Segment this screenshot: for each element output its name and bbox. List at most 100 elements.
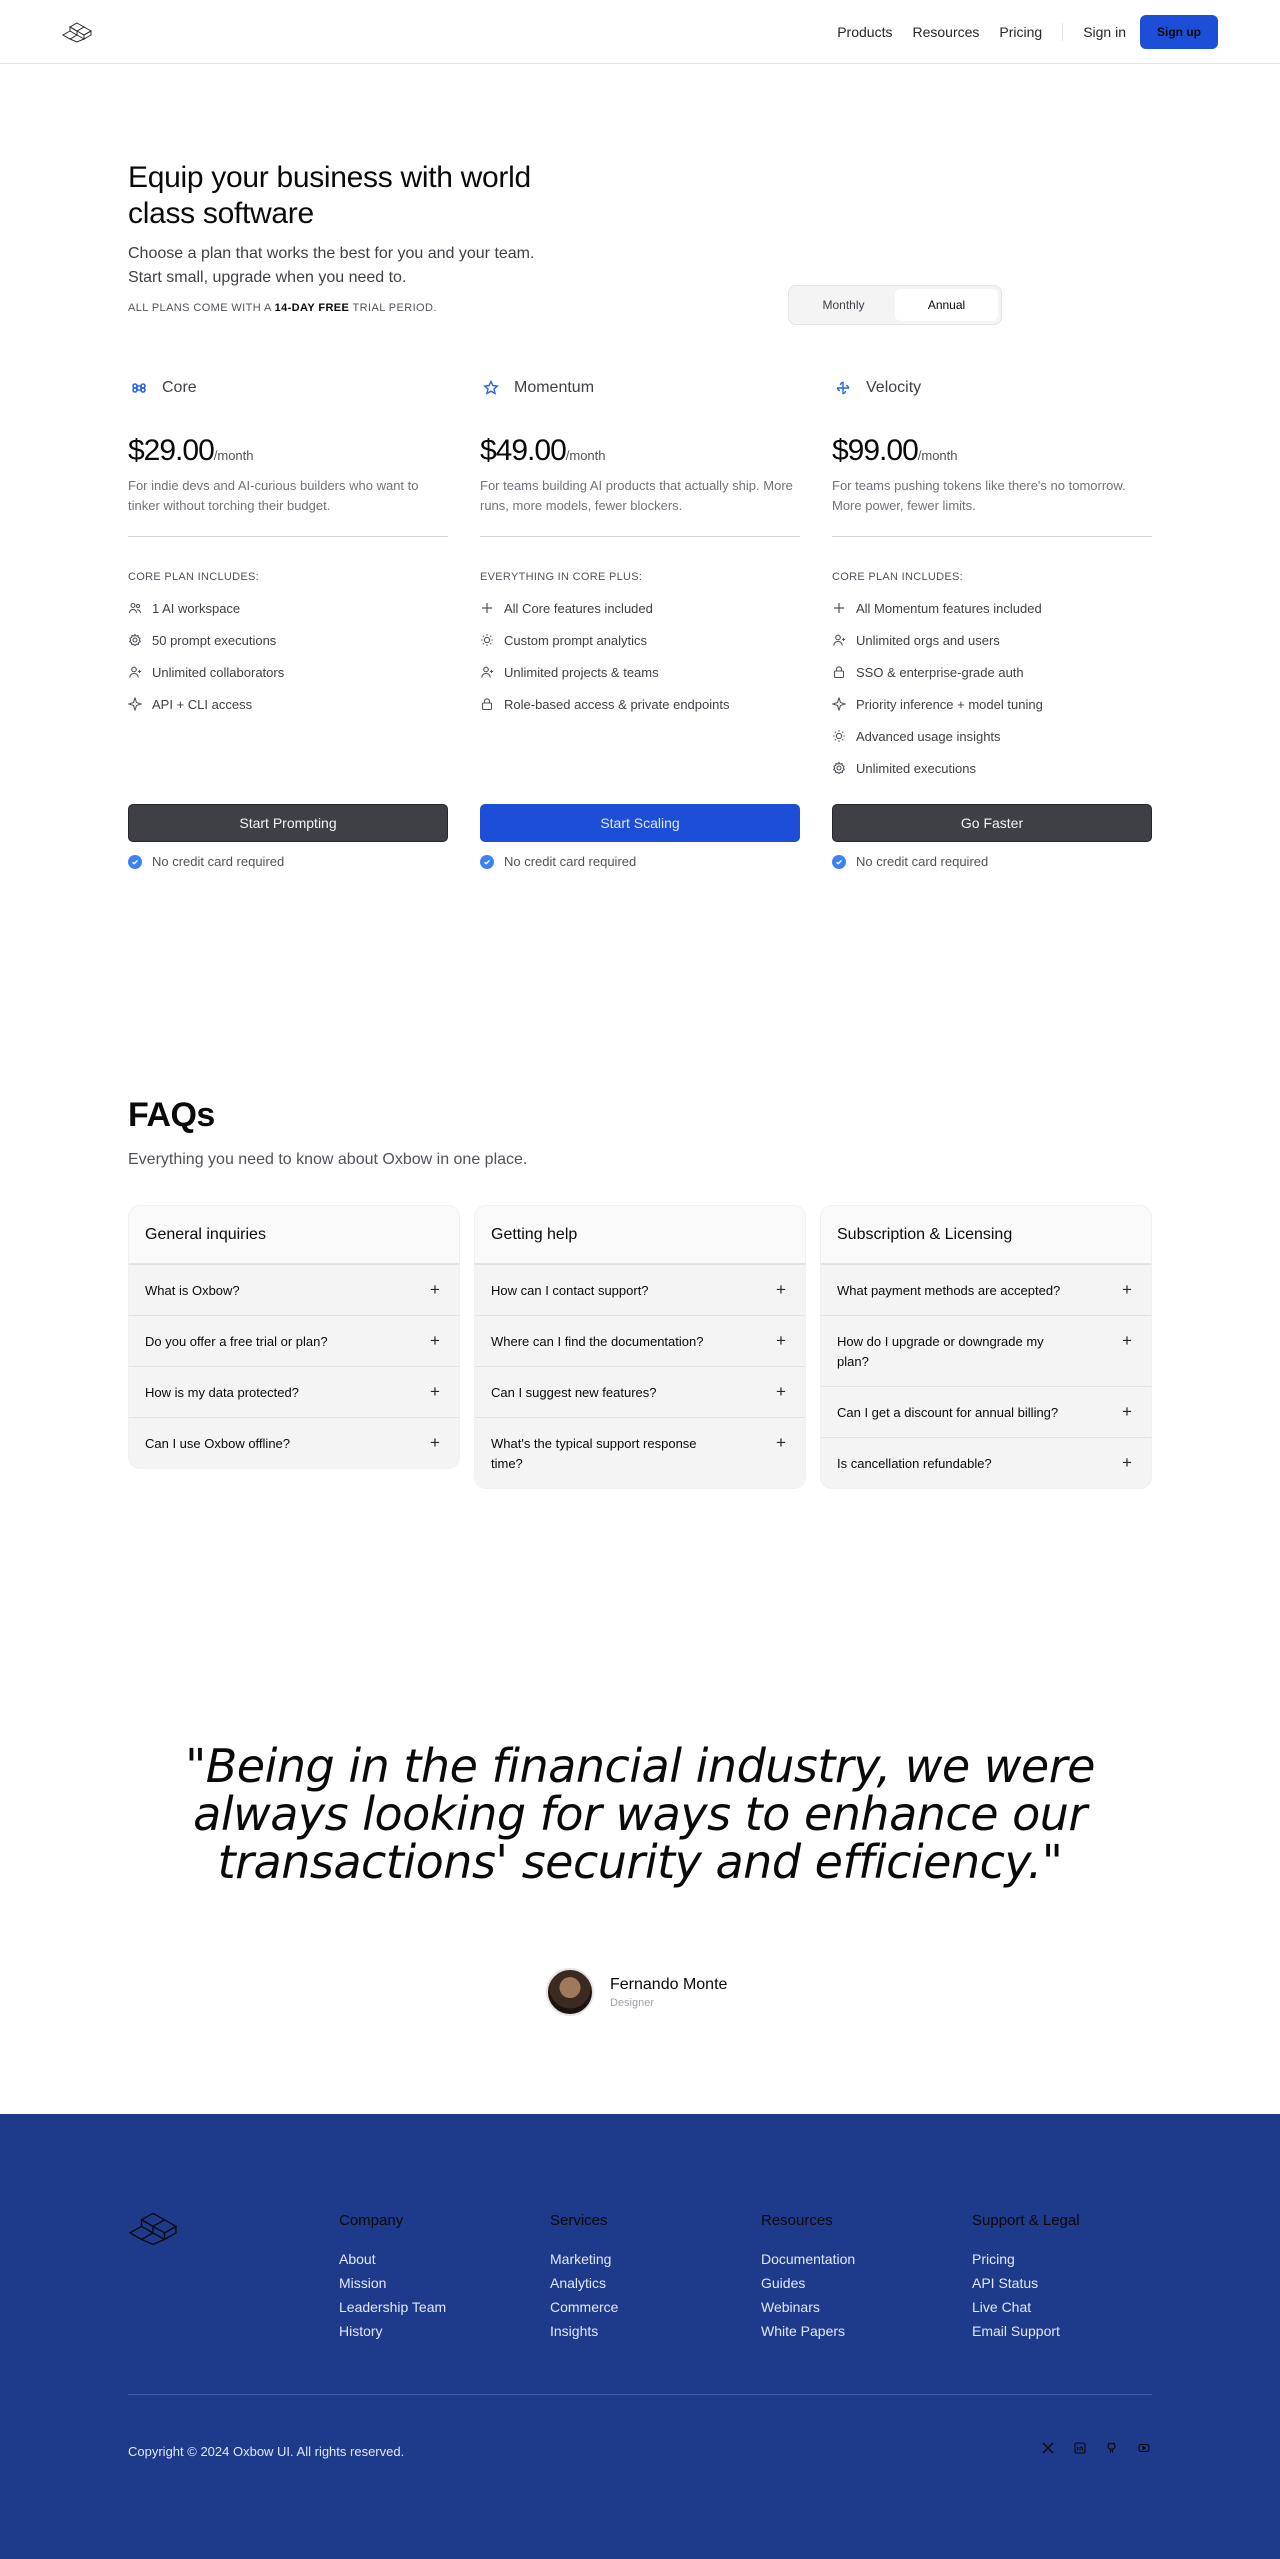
faq-item[interactable]: Can I get a discount for annual billing?… xyxy=(821,1386,1151,1437)
users-icon xyxy=(128,601,142,615)
footer-link[interactable]: Analytics xyxy=(550,2275,750,2291)
check-circle-icon xyxy=(480,854,494,869)
nav-links: Products Resources Pricing Sign in Sign … xyxy=(817,0,1218,64)
plus-icon[interactable]: + xyxy=(773,1281,789,1299)
faq-item[interactable]: How can I contact support? + xyxy=(475,1264,805,1315)
feature-text: All Core features included xyxy=(504,600,653,616)
faq-item[interactable]: How do I upgrade or downgrade my plan? + xyxy=(821,1315,1151,1386)
code-icon xyxy=(128,697,142,711)
faq-item[interactable]: Can I use Oxbow offline? + xyxy=(129,1417,459,1468)
includes-title: Core plan includes: xyxy=(832,571,964,583)
top-nav: Products Resources Pricing Sign in Sign … xyxy=(0,0,1280,64)
footer-link[interactable]: Live Chat xyxy=(972,2299,1172,2315)
plus-icon[interactable]: + xyxy=(1119,1403,1135,1421)
pricing-plans: Core $29.00 /month For indie devs and AI… xyxy=(128,372,1152,869)
plus-icon[interactable]: + xyxy=(427,1383,443,1401)
footer-link[interactable]: History xyxy=(339,2323,539,2339)
youtube-icon[interactable] xyxy=(1136,2440,1152,2456)
nav-link-pricing[interactable]: Pricing xyxy=(999,24,1042,40)
nav-link-products[interactable]: Products xyxy=(837,24,892,40)
feature-text: 50 prompt executions xyxy=(152,632,277,648)
nav-link-resources[interactable]: Resources xyxy=(912,24,979,40)
bulb-icon xyxy=(480,633,494,647)
footer-column-resources: Resources Documentation Guides Webinars … xyxy=(761,2212,961,2339)
go-faster-button[interactable]: Go Faster xyxy=(832,804,1152,842)
lock-icon xyxy=(832,665,846,679)
faq-title: FAQs xyxy=(128,1096,215,1134)
sign-up-button[interactable]: Sign up xyxy=(1140,15,1218,49)
footer-link[interactable]: Guides xyxy=(761,2275,961,2291)
user-icon xyxy=(832,633,846,647)
faq-item[interactable]: What payment methods are accepted? + xyxy=(821,1264,1151,1315)
footer-link[interactable]: Mission xyxy=(339,2275,539,2291)
plus-icon[interactable]: + xyxy=(773,1434,789,1452)
faq-question: How do I upgrade or downgrade my plan? xyxy=(837,1334,1044,1369)
trial-suffix: trial period. xyxy=(352,302,437,314)
includes-title: Everything in Core plus: xyxy=(480,571,643,583)
footer-column-title: Company xyxy=(339,2212,404,2229)
footer-link[interactable]: About xyxy=(339,2251,539,2267)
feature-item: Unlimited executions xyxy=(832,752,1152,784)
plus-icon[interactable]: + xyxy=(1119,1332,1135,1350)
plus-icon[interactable]: + xyxy=(427,1434,443,1452)
avatar xyxy=(546,1968,594,2016)
plan-name: Velocity xyxy=(866,379,922,396)
faq-question: Can I use Oxbow offline? xyxy=(145,1436,291,1451)
copyright-text: Copyright © 2024 Oxbow UI. All rights re… xyxy=(128,2444,405,2459)
footer-column-title: Resources xyxy=(761,2212,833,2229)
plus-icon[interactable]: + xyxy=(773,1383,789,1401)
footer-link[interactable]: Commerce xyxy=(550,2299,750,2315)
footer-link[interactable]: Webinars xyxy=(761,2299,961,2315)
no-credit-card-note: No credit card required xyxy=(832,854,1152,869)
faq-item[interactable]: What's the typical support response time… xyxy=(475,1417,805,1488)
sign-in-link[interactable]: Sign in xyxy=(1083,24,1126,40)
plan-divider xyxy=(128,536,448,537)
footer-link[interactable]: Leadership Team xyxy=(339,2299,539,2315)
feature-item: All Core features included xyxy=(480,592,800,624)
plus-icon xyxy=(480,601,494,615)
plus-icon[interactable]: + xyxy=(773,1332,789,1350)
feature-item: Unlimited projects & teams xyxy=(480,656,800,688)
x-icon[interactable] xyxy=(1040,2440,1056,2456)
faq-item[interactable]: Is cancellation refundable? + xyxy=(821,1437,1151,1488)
billing-annual-option[interactable]: Annual xyxy=(895,289,998,321)
plus-icon[interactable]: + xyxy=(427,1332,443,1350)
footer-logo-icon[interactable] xyxy=(128,2210,178,2246)
footer-link[interactable]: Pricing xyxy=(972,2251,1172,2267)
billing-monthly-option[interactable]: Monthly xyxy=(792,289,895,321)
faq-item[interactable]: Where can I find the documentation? + xyxy=(475,1315,805,1366)
footer-link[interactable]: White Papers xyxy=(761,2323,961,2339)
price-period: /month xyxy=(565,448,606,463)
faq-columns: General inquiries What is Oxbow? + Do you… xyxy=(128,1205,1152,1489)
faq-item[interactable]: Do you offer a free trial or plan? + xyxy=(129,1315,459,1366)
faq-item[interactable]: What is Oxbow? + xyxy=(129,1264,459,1315)
plus-icon[interactable]: + xyxy=(1119,1454,1135,1472)
plan-header: Momentum xyxy=(480,372,800,404)
footer-link[interactable]: Marketing xyxy=(550,2251,750,2267)
command-icon xyxy=(128,377,150,399)
start-scaling-button[interactable]: Start Scaling xyxy=(480,804,800,842)
plus-icon[interactable]: + xyxy=(427,1281,443,1299)
feature-item: Unlimited orgs and users xyxy=(832,624,1152,656)
linkedin-icon[interactable] xyxy=(1072,2440,1088,2456)
oxbow-logo-icon[interactable] xyxy=(62,21,92,43)
footer-link[interactable]: Email Support xyxy=(972,2323,1172,2339)
faq-item[interactable]: How is my data protected? + xyxy=(129,1366,459,1417)
footer-link[interactable]: Documentation xyxy=(761,2251,961,2267)
faq-group-title: Subscription & Licensing xyxy=(821,1206,1151,1264)
feature-text: Priority inference + model tuning xyxy=(856,696,1043,712)
feature-item: API + CLI access xyxy=(128,688,448,720)
trial-prefix: All plans come with a xyxy=(128,302,272,314)
plus-icon[interactable]: + xyxy=(1119,1281,1135,1299)
faq-question: What's the typical support response time… xyxy=(491,1436,697,1471)
user-icon xyxy=(128,665,142,679)
feature-item: All Momentum features included xyxy=(832,592,1152,624)
github-icon[interactable] xyxy=(1104,2440,1120,2456)
footer-link[interactable]: Insights xyxy=(550,2323,750,2339)
start-prompting-button[interactable]: Start Prompting xyxy=(128,804,448,842)
faq-question: How is my data protected? xyxy=(145,1385,299,1400)
cog-icon xyxy=(832,761,846,775)
bulb-icon xyxy=(832,729,846,743)
footer-link[interactable]: API Status xyxy=(972,2275,1172,2291)
faq-item[interactable]: Can I suggest new features? + xyxy=(475,1366,805,1417)
